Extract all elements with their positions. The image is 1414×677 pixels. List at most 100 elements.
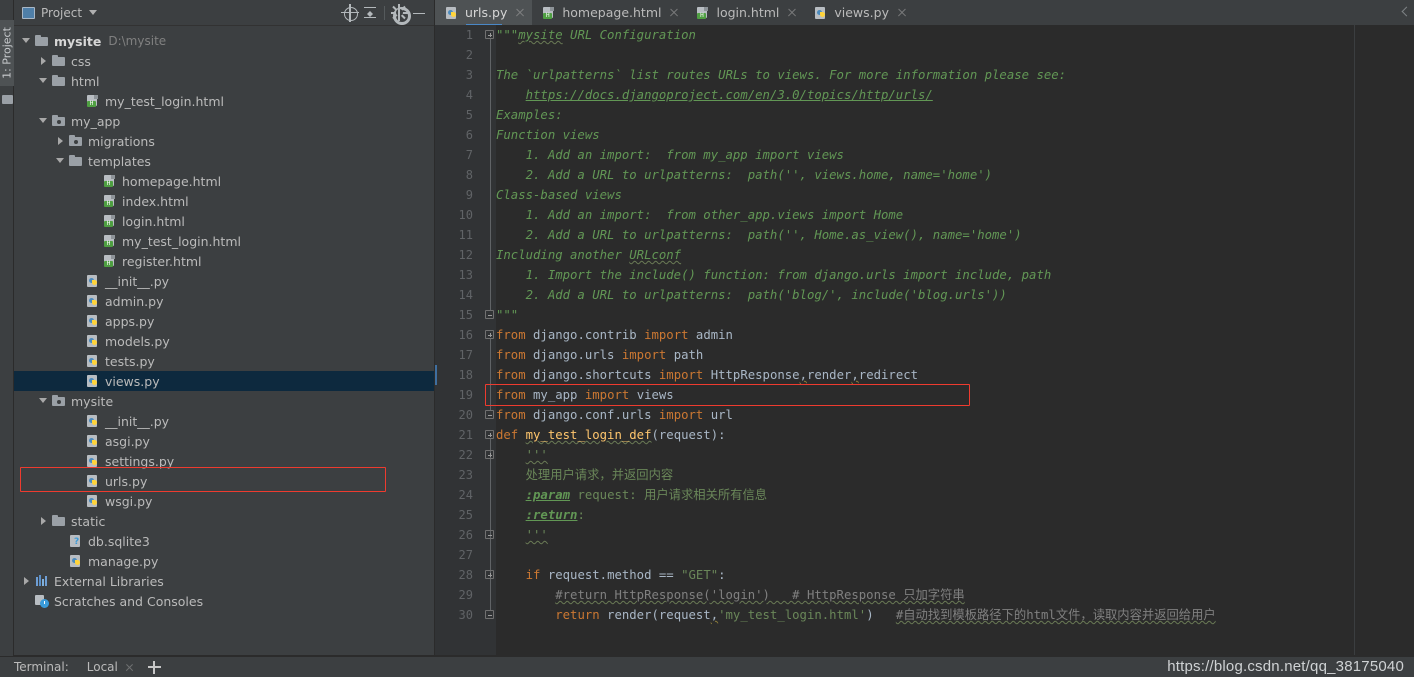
tree-row-apps-py[interactable]: apps.py <box>14 311 434 331</box>
fold-end-if[interactable] <box>485 610 494 619</box>
chevron-down-icon[interactable] <box>89 10 98 15</box>
tree-row-index-html[interactable]: Hindex.html <box>14 191 434 211</box>
tree-row-manage-py[interactable]: manage.py <box>14 551 434 571</box>
plus-icon[interactable] <box>147 660 161 674</box>
tree-row-admin-py[interactable]: admin.py <box>14 291 434 311</box>
fold-marker-imports[interactable] <box>485 330 494 339</box>
close-icon[interactable] <box>515 8 525 18</box>
close-icon[interactable] <box>669 8 679 18</box>
tree-row-static[interactable]: static <box>14 511 434 531</box>
code-line-25[interactable]: :return: <box>496 505 1414 525</box>
tree-row-templates[interactable]: templates <box>14 151 434 171</box>
tree-row-my-app[interactable]: my_app <box>14 111 434 131</box>
fold-end-doc2[interactable] <box>485 530 494 539</box>
structure-tool-icon[interactable] <box>2 95 13 104</box>
tab-list-chevron-icon[interactable] <box>1400 7 1408 17</box>
tree-row-migrations[interactable]: migrations <box>14 131 434 151</box>
tree-expand-arrow[interactable] <box>20 31 34 51</box>
code-line-10[interactable]: 1. Add an import: from other_app.views i… <box>496 205 1414 225</box>
tree-expand-arrow[interactable] <box>37 511 51 531</box>
project-tree[interactable]: mysite D:\mysite css html Hmy_test_login.htm… <box>14 26 434 656</box>
tree-expand-arrow[interactable] <box>20 571 34 591</box>
tree-expand-arrow[interactable] <box>54 131 68 151</box>
tree-expand-arrow[interactable] <box>37 111 51 131</box>
fold-marker-function[interactable] <box>485 430 494 439</box>
close-icon[interactable] <box>125 663 134 672</box>
code-line-3[interactable]: The `urlpatterns` list routes URLs to vi… <box>496 65 1414 85</box>
tree-row-wsgi-py[interactable]: wsgi.py <box>14 491 434 511</box>
code-line-16[interactable]: from django.contrib import admin <box>496 325 1414 345</box>
editor-tab-views-py[interactable]: views.py <box>804 0 914 25</box>
tree-row-scratches-and-consoles[interactable]: Scratches and Consoles <box>14 591 434 611</box>
tree-row-settings-py[interactable]: settings.py <box>14 451 434 471</box>
tree-expand-arrow[interactable] <box>37 71 51 91</box>
tree-row-register-html[interactable]: Hregister.html <box>14 251 434 271</box>
terminal-local-tab[interactable]: Local <box>87 660 118 674</box>
tree-row-mysite[interactable]: mysite D:\mysite <box>14 31 434 51</box>
editor-tab-bar[interactable]: urls.py Hhomepage.html Hlogin.html views.py <box>435 0 1414 25</box>
code-line-7[interactable]: 1. Add an import: from my_app import vie… <box>496 145 1414 165</box>
close-icon[interactable] <box>897 8 907 18</box>
tree-row-my-test-login-html[interactable]: Hmy_test_login.html <box>14 91 434 111</box>
code-line-9[interactable]: Class-based views <box>496 185 1414 205</box>
code-line-11[interactable]: 2. Add a URL to urlpatterns: path('', Ho… <box>496 225 1414 245</box>
tree-expand-arrow[interactable] <box>37 51 51 71</box>
code-line-23[interactable]: 处理用户请求，并返回内容 <box>496 465 1414 485</box>
code-line-8[interactable]: 2. Add a URL to urlpatterns: path('', vi… <box>496 165 1414 185</box>
tree-row-urls-py[interactable]: urls.py <box>14 471 434 491</box>
code-line-5[interactable]: Examples: <box>496 105 1414 125</box>
code-line-21[interactable]: def my_test_login_def(request): <box>496 425 1414 445</box>
tree-row-models-py[interactable]: models.py <box>14 331 434 351</box>
code-line-20[interactable]: from django.conf.urls import url <box>496 405 1414 425</box>
tree-row-html[interactable]: html <box>14 71 434 91</box>
editor-tab-login-html[interactable]: Hlogin.html <box>686 0 804 25</box>
code-line-29[interactable]: #return HttpResponse('login') # HttpResp… <box>496 585 1414 605</box>
fold-marker-if[interactable] <box>485 570 494 579</box>
code-line-18[interactable]: from django.shortcuts import HttpRespons… <box>496 365 1414 385</box>
code-line-15[interactable]: """ <box>496 305 1414 325</box>
tree-row-mysite[interactable]: mysite <box>14 391 434 411</box>
fold-end-imports[interactable] <box>485 410 494 419</box>
editor-tab-urls-py[interactable]: urls.py <box>435 0 533 25</box>
tree-row-asgi-py[interactable]: asgi.py <box>14 431 434 451</box>
code-line-26[interactable]: ''' <box>496 525 1414 545</box>
locate-icon[interactable] <box>340 3 360 23</box>
code-line-28[interactable]: if request.method == "GET": <box>496 565 1414 585</box>
code-line-1[interactable]: """mysite URL Configuration <box>496 25 1414 45</box>
gear-icon[interactable] <box>389 3 411 25</box>
fold-marker-docstring[interactable] <box>485 30 494 39</box>
code-line-6[interactable]: Function views <box>496 125 1414 145</box>
code-line-2[interactable] <box>496 45 1414 65</box>
code-line-12[interactable]: Including another URLconf <box>496 245 1414 265</box>
tree-row-tests-py[interactable]: tests.py <box>14 351 434 371</box>
code-folding-column[interactable] <box>480 25 496 656</box>
close-icon[interactable] <box>787 8 797 18</box>
code-line-13[interactable]: 1. Import the include() function: from d… <box>496 265 1414 285</box>
tree-row--init-py[interactable]: __init__.py <box>14 271 434 291</box>
collapse-all-icon[interactable] <box>360 3 380 23</box>
code-line-22[interactable]: ''' <box>496 445 1414 465</box>
tree-row-my-test-login-html[interactable]: Hmy_test_login.html <box>14 231 434 251</box>
tree-row-homepage-html[interactable]: Hhomepage.html <box>14 171 434 191</box>
tree-expand-arrow[interactable] <box>54 151 68 171</box>
tree-row-views-py[interactable]: views.py <box>14 371 434 391</box>
code-content[interactable]: """mysite URL Configuration The `urlpatte… <box>496 25 1414 656</box>
tree-row-login-html[interactable]: Hlogin.html <box>14 211 434 231</box>
code-line-4[interactable]: https://docs.djangoproject.com/en/3.0/to… <box>496 85 1414 105</box>
tree-row-db-sqlite3[interactable]: ? db.sqlite3 <box>14 531 434 551</box>
code-line-30[interactable]: return render(request,'my_test_login.htm… <box>496 605 1414 625</box>
tree-row-external-libraries[interactable]: External Libraries <box>14 571 434 591</box>
minimize-icon[interactable] <box>409 3 429 23</box>
code-line-24[interactable]: :param request: 用户请求相关所有信息 <box>496 485 1414 505</box>
code-line-27[interactable] <box>496 545 1414 565</box>
tree-expand-arrow[interactable] <box>37 391 51 411</box>
code-line-17[interactable]: from django.urls import path <box>496 345 1414 365</box>
code-line-14[interactable]: 2. Add a URL to urlpatterns: path('blog/… <box>496 285 1414 305</box>
tree-row-css[interactable]: css <box>14 51 434 71</box>
code-line-19[interactable]: from my_app import views <box>496 385 1414 405</box>
code-editor[interactable]: 1 2 3 4 5 6 7 8 9 10 11 12 13 14 15 16 17 18 19 20 21 22 23 24 2… <box>435 25 1414 656</box>
fold-marker-doc2[interactable] <box>485 450 494 459</box>
tree-row--init-py[interactable]: __init__.py <box>14 411 434 431</box>
fold-end-docstring[interactable] <box>485 310 494 319</box>
editor-tab-homepage-html[interactable]: Hhomepage.html <box>532 0 686 25</box>
